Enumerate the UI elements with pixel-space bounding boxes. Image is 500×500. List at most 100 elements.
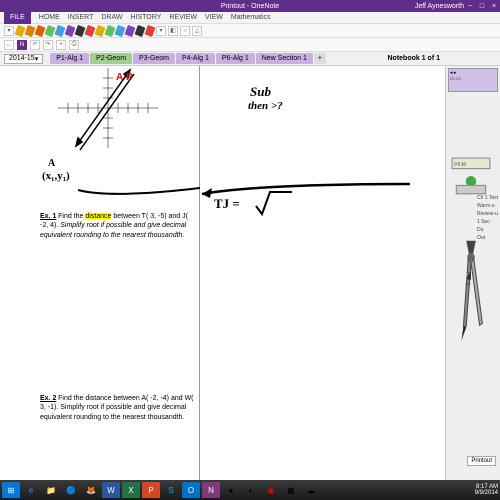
ie-icon[interactable]: e — [22, 482, 40, 498]
section-p6[interactable]: P6-Alg 1 — [216, 53, 255, 64]
tab-home[interactable]: HOME — [39, 14, 60, 21]
pen-blue[interactable] — [55, 24, 66, 36]
app5-icon[interactable]: ☁ — [302, 482, 320, 498]
section-new[interactable]: New Section 1 — [256, 53, 313, 64]
page-right[interactable]: Sub then >? TJ = — [200, 66, 445, 496]
ex1-pre: Find the — [58, 213, 85, 220]
hw-then: then >? — [248, 100, 283, 112]
minimize-button[interactable]: − — [464, 0, 476, 12]
window-title: Printout - OneNote — [221, 3, 279, 10]
window-buttons: − □ × — [464, 0, 500, 12]
section-p2[interactable]: P2-Geom — [90, 53, 132, 64]
undo-icon[interactable]: ↶ — [30, 40, 40, 50]
page-review[interactable]: Review-u — [477, 210, 498, 218]
content-area: ↖ ✋ ◄ ► ⟳ ↶ ✂ ⎘ 📋 ✎ ◢ A ▭ ▾ — [0, 66, 500, 500]
skype-icon[interactable]: S — [162, 482, 180, 498]
shapes-icon[interactable]: △ — [192, 26, 202, 36]
quick-toolbar: ← N ↶ ↷ • ⎙ — [0, 38, 500, 52]
svg-text:0 5 10: 0 5 10 — [454, 161, 466, 166]
app2-icon[interactable]: ◐ — [242, 482, 260, 498]
clock-date: 9/9/2014 — [475, 490, 498, 496]
panel-header[interactable]: ◂ ▸▭ ▭ — [448, 68, 498, 92]
page-left[interactable]: A P A (x₁,y₁) Ex. 1 Find the distance be… — [28, 66, 200, 496]
add-section-button[interactable]: + — [314, 53, 326, 64]
hw-tj: TJ = — [214, 196, 240, 212]
page-ch1[interactable]: Ch 1 Test — [477, 194, 498, 202]
page-du[interactable]: Du — [477, 226, 498, 234]
lasso-icon[interactable]: ○ — [180, 26, 190, 36]
point-a-label: A — [48, 158, 55, 169]
example-1: Ex. 1 Find the distance between T( 3, -5… — [40, 212, 195, 240]
close-button[interactable]: × — [488, 0, 500, 12]
powerpoint-icon[interactable]: P — [142, 482, 160, 498]
section-p1[interactable]: P1-Alg 1 — [50, 53, 89, 64]
section-p4[interactable]: P4-Alg 1 — [176, 53, 215, 64]
taskbar: ⊞ e 📁 🔵 🦊 W X P S O N ● ◐ ◉ ▦ ☁ 8:17 AM … — [0, 480, 500, 500]
tab-file[interactable]: FILE — [4, 12, 31, 24]
svg-text:24: 24 — [465, 281, 471, 287]
folder-icon[interactable]: 📁 — [42, 482, 60, 498]
pen-blue2[interactable] — [115, 24, 126, 36]
notebook-counter: Notebook 1 of 1 — [387, 55, 440, 62]
ex1-instructions: Simplify root if possible and give decim… — [40, 222, 186, 238]
page-sec[interactable]: 1 Sec — [477, 218, 498, 226]
ex2-body: Find the distance between A( -2, -4) and… — [40, 395, 194, 421]
pen-red[interactable] — [85, 24, 96, 36]
outlook-icon[interactable]: O — [182, 482, 200, 498]
maximize-button[interactable]: □ — [476, 0, 488, 12]
ribbon-tabs: FILE HOME INSERT DRAW HISTORY REVIEW VIE… — [0, 12, 500, 24]
section-p3[interactable]: P3-Geom — [133, 53, 175, 64]
pen-green[interactable] — [45, 24, 56, 36]
start-button[interactable]: ⊞ — [2, 482, 20, 498]
onenote-icon[interactable]: N — [17, 40, 27, 50]
word-icon[interactable]: W — [102, 482, 120, 498]
pen-black2[interactable] — [135, 24, 146, 36]
notebook-name: 2014-15 — [9, 55, 35, 62]
redo-icon[interactable]: ↷ — [43, 40, 53, 50]
app-icon[interactable]: ● — [222, 482, 240, 498]
app3-icon[interactable]: ◉ — [262, 482, 280, 498]
pen-black[interactable] — [75, 24, 86, 36]
pen-purple2[interactable] — [125, 24, 136, 36]
tab-mathematics[interactable]: Mathematics — [231, 14, 271, 21]
page-warm[interactable]: Warm-u — [477, 202, 498, 210]
tab-view[interactable]: VIEW — [205, 14, 223, 21]
excel-icon[interactable]: X — [122, 482, 140, 498]
radical-sign — [254, 188, 294, 218]
pen-red2[interactable] — [145, 24, 156, 36]
svg-text:A: A — [116, 72, 123, 83]
page-printout[interactable]: Printout — [467, 456, 496, 466]
back-icon[interactable]: ← — [4, 40, 14, 50]
pen-yellow[interactable] — [15, 24, 26, 36]
coordinate-graph: A P — [48, 68, 168, 168]
example-2: Ex. 2 Find the distance between A( -2, -… — [40, 394, 195, 422]
tool-icon[interactable]: • — [56, 40, 66, 50]
svg-text:P: P — [126, 72, 133, 83]
tab-history[interactable]: HISTORY — [130, 14, 161, 21]
firefox-icon[interactable]: 🦊 — [82, 482, 100, 498]
pen-purple[interactable] — [65, 24, 76, 36]
expand-icon[interactable]: ▾ — [4, 26, 14, 36]
page-list[interactable]: Ch 1 Test Warm-u Review-u 1 Sec Du Out — [477, 194, 498, 242]
system-clock[interactable]: 8:17 AM 9/9/2014 — [475, 484, 498, 496]
section-tabs: 2014-15 ▾ P1-Alg 1 P2-Geom P3-Geom P4-Al… — [0, 52, 500, 66]
app4-icon[interactable]: ▦ — [282, 482, 300, 498]
compass-tool[interactable]: 0° 24 — [452, 236, 490, 350]
side-panel: ◂ ▸▭ ▭ 0 5 10 Ch 1 Test Warm-u Review-u … — [445, 66, 500, 496]
pen-yellow2[interactable] — [95, 24, 106, 36]
tab-review[interactable]: REVIEW — [169, 14, 197, 21]
hw-sub: Sub — [250, 84, 271, 100]
svg-text:0°: 0° — [465, 272, 470, 278]
tab-insert[interactable]: INSERT — [68, 14, 94, 21]
pen-orange2[interactable] — [35, 24, 46, 36]
chrome-icon[interactable]: 🔵 — [62, 482, 80, 498]
print-icon[interactable]: ⎙ — [69, 40, 79, 50]
notebook-dropdown[interactable]: 2014-15 ▾ — [4, 54, 43, 64]
eraser-icon[interactable]: ◧ — [168, 26, 178, 36]
tab-draw[interactable]: DRAW — [101, 14, 122, 21]
onenote-taskbar-icon[interactable]: N — [202, 482, 220, 498]
pen-green2[interactable] — [105, 24, 116, 36]
pen-orange[interactable] — [25, 24, 36, 36]
ex2-label: Ex. 2 — [40, 395, 56, 402]
more-pens-icon[interactable]: ▾ — [156, 26, 166, 36]
